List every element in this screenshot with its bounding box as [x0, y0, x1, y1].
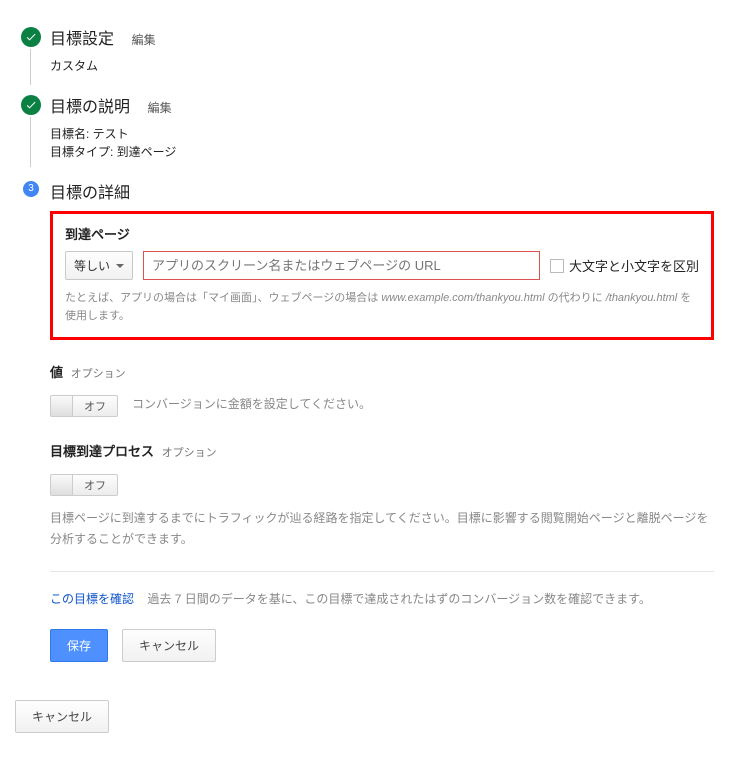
cancel-button[interactable]: キャンセル [122, 629, 216, 662]
verify-text: 過去 7 日間のデータを基に、この目標で達成されたはずのコンバージョン数を確認で… [147, 592, 651, 606]
step1-edit-link[interactable]: 編集 [132, 33, 156, 47]
match-type-dropdown[interactable]: 等しい [65, 251, 133, 280]
toggle-off-label: オフ [73, 396, 117, 416]
case-sensitive-checkbox[interactable] [550, 259, 564, 273]
step-goal-setup: 目標設定 編集 カスタム [15, 25, 714, 75]
destination-row: 等しい 大文字と小文字を区別 [65, 251, 699, 280]
connector-line [30, 117, 31, 167]
case-sensitive-wrap[interactable]: 大文字と小文字を区別 [550, 256, 699, 275]
goal-details-body: 到達ページ 等しい 大文字と小文字を区別 たとえば、アプリの場合は「マイ画面」、… [50, 211, 714, 662]
step2-sub: 目標名: テスト 目標タイプ: 到達ページ [50, 125, 714, 161]
funnel-heading: 目標到達プロセス オプション [50, 441, 714, 460]
funnel-section: 目標到達プロセス オプション オフ 目標ページに到達するまでにトラフィックが辿る… [50, 441, 714, 549]
step-goal-description: 目標の説明 編集 目標名: テスト 目標タイプ: 到達ページ [15, 93, 714, 161]
connector-line [30, 49, 31, 85]
toggle-off-label: オフ [73, 475, 117, 495]
case-sensitive-label: 大文字と小文字を区別 [569, 256, 699, 275]
funnel-optional: オプション [162, 447, 217, 459]
destination-url-input[interactable] [143, 251, 540, 280]
funnel-help: 目標ページに到達するまでにトラフィックが辿る経路を指定してください。目標に影響す… [50, 508, 714, 549]
step1-sub: カスタム [50, 57, 714, 75]
funnel-toggle[interactable]: オフ [50, 474, 118, 498]
chevron-down-icon [116, 264, 124, 268]
value-optional: オプション [71, 368, 126, 380]
goal-stepper: 目標設定 編集 カスタム 目標の説明 編集 目標名: テスト 目標タイプ: 到達… [15, 25, 714, 662]
value-toggle[interactable]: オフ [50, 395, 118, 419]
check-icon [21, 27, 41, 47]
step1-title: 目標設定 [50, 31, 114, 48]
value-section: 値 オプション オフ コンバージョンに金額を設定してください。 [50, 362, 714, 419]
step-number-icon: 3 [23, 181, 39, 197]
funnel-title: 目標到達プロセス [50, 444, 154, 459]
step-goal-details: 3 目標の詳細 [15, 179, 714, 203]
step2-edit-link[interactable]: 編集 [148, 101, 172, 115]
match-type-value: 等しい [74, 257, 110, 274]
value-heading: 値 オプション [50, 362, 714, 381]
verify-goal-link[interactable]: この目標を確認 [50, 592, 134, 606]
value-toggle-desc: コンバージョンに金額を設定してください。 [132, 395, 371, 412]
destination-label: 到達ページ [65, 224, 699, 243]
save-button[interactable]: 保存 [50, 629, 108, 662]
step2-title: 目標の説明 [50, 99, 130, 116]
button-row: 保存 キャンセル [50, 629, 714, 662]
destination-section: 到達ページ 等しい 大文字と小文字を区別 たとえば、アプリの場合は「マイ画面」、… [50, 211, 714, 340]
verify-line: この目標を確認 過去 7 日間のデータを基に、この目標で達成されたはずのコンバー… [50, 590, 714, 607]
check-icon [21, 95, 41, 115]
step3-title: 目標の詳細 [50, 185, 130, 202]
divider [50, 571, 714, 572]
footer: キャンセル [15, 700, 714, 733]
destination-help: たとえば、アプリの場合は「マイ画面」、ウェブページの場合は www.exampl… [65, 290, 699, 325]
toggle-handle [51, 475, 73, 495]
goal-type: 目標タイプ: 到達ページ [50, 143, 714, 161]
goal-name: 目標名: テスト [50, 125, 714, 143]
toggle-handle [51, 396, 73, 416]
value-title: 値 [50, 365, 63, 380]
footer-cancel-button[interactable]: キャンセル [15, 700, 109, 733]
